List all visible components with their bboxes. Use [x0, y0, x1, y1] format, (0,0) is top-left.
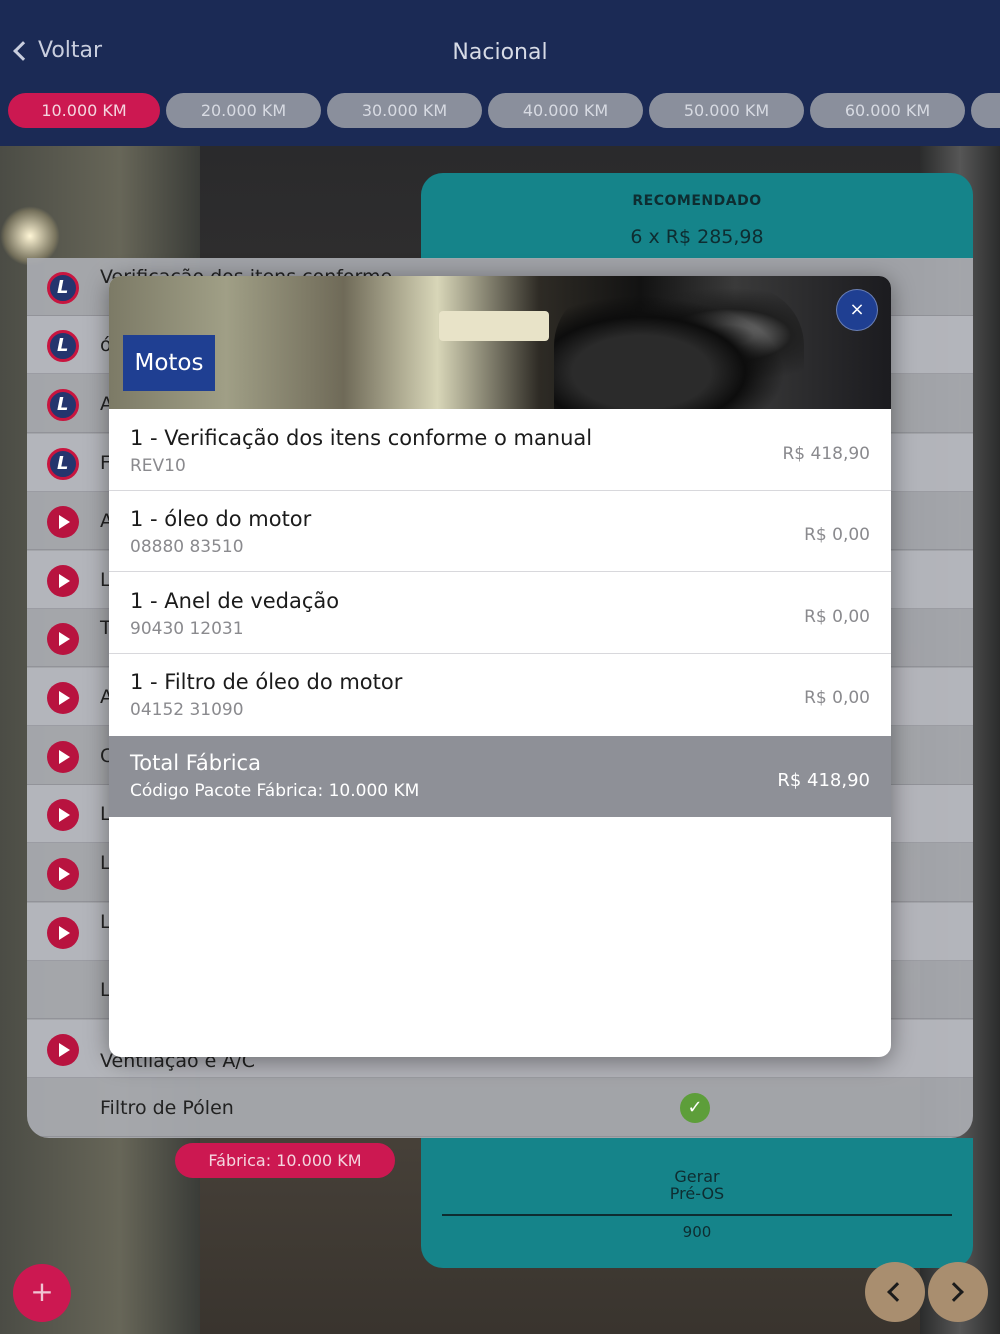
play-icon[interactable] — [47, 682, 79, 714]
play-icon[interactable] — [47, 741, 79, 773]
chevron-left-icon — [887, 1282, 907, 1302]
page-title: Nacional — [452, 40, 548, 65]
brand-logo-icon — [47, 448, 79, 480]
play-icon[interactable] — [47, 799, 79, 831]
list-item-label: Filtro de Pólen — [100, 1097, 234, 1119]
package-total-label: Total Fábrica — [130, 751, 261, 775]
next-button[interactable] — [928, 1262, 988, 1322]
tab-30000-km[interactable]: 30.000 KM — [327, 93, 482, 128]
pre-os-number: 900 — [682, 1223, 712, 1241]
package-item-price: R$ 0,00 — [804, 525, 870, 545]
tab-60000-km[interactable]: 60.000 KM — [810, 93, 965, 128]
package-item-code: REV10 — [130, 456, 186, 476]
top-bar: Voltar Nacional 10.000 KM 20.000 KM 30.0… — [0, 0, 1000, 146]
package-item-code: 04152 31090 — [130, 700, 244, 720]
mileage-tabs: 10.000 KM 20.000 KM 30.000 KM 40.000 KM … — [8, 93, 1000, 128]
play-icon[interactable] — [47, 917, 79, 949]
banner-cafe-umbrella — [439, 311, 549, 341]
package-total-code: Código Pacote Fábrica: 10.000 KM — [130, 781, 420, 801]
recommended-card: RECOMENDADO 6 x R$ 285,98 — [421, 173, 973, 259]
tab-next-partial[interactable] — [971, 93, 1000, 128]
package-item: 1 - Filtro de óleo do motor 04152 31090 … — [109, 654, 891, 735]
package-item-price: R$ 0,00 — [804, 607, 870, 627]
banner-motorcycle — [554, 286, 804, 409]
add-button[interactable]: + — [13, 1264, 71, 1322]
package-item-name: 1 - Anel de vedação — [130, 589, 340, 613]
play-icon[interactable] — [47, 1034, 79, 1066]
brand-logo-icon — [47, 330, 79, 362]
play-icon[interactable] — [47, 506, 79, 538]
brand-logo-icon — [47, 389, 79, 421]
package-total-price: R$ 418,90 — [777, 770, 870, 791]
generate-pre-os-label-line2: Pré-OS — [669, 1184, 725, 1203]
package-total-row: Total Fábrica Código Pacote Fábrica: 10.… — [109, 736, 891, 817]
package-item: 1 - Anel de vedação 90430 12031 R$ 0,00 — [109, 573, 891, 654]
package-item: 1 - óleo do motor 08880 83510 R$ 0,00 — [109, 491, 891, 572]
package-item-code: 08880 83510 — [130, 537, 244, 557]
tab-40000-km[interactable]: 40.000 KM — [488, 93, 643, 128]
close-button[interactable]: × — [836, 289, 878, 331]
factory-package-button[interactable]: Fábrica: 10.000 KM — [175, 1143, 395, 1178]
package-item-price: R$ 418,90 — [782, 444, 870, 464]
package-item-name: 1 - Verificação dos itens conforme o man… — [130, 426, 593, 450]
package-item-name: 1 - Filtro de óleo do motor — [130, 670, 403, 694]
generate-pre-os-button[interactable]: Gerar Pré-OS — [421, 1168, 973, 1202]
play-icon[interactable] — [47, 623, 79, 655]
previous-button[interactable] — [865, 1262, 925, 1322]
list-item[interactable]: Filtro de Pólen ✓ — [27, 1079, 973, 1137]
generate-pre-os-panel: Gerar Pré-OS 900 — [421, 1138, 973, 1268]
package-item: 1 - Verificação dos itens conforme o man… — [109, 410, 891, 491]
category-tag: Motos — [123, 335, 215, 391]
divider — [442, 1214, 952, 1216]
package-detail-modal: Motos × 1 - Verificação dos itens confor… — [109, 276, 891, 1057]
modal-banner-image: Motos × — [109, 276, 891, 409]
package-item-name: 1 - óleo do motor — [130, 507, 312, 531]
plus-icon: + — [30, 1275, 54, 1308]
recommended-label: RECOMENDADO — [632, 193, 762, 209]
play-icon[interactable] — [47, 858, 79, 890]
play-icon[interactable] — [47, 565, 79, 597]
tab-50000-km[interactable]: 50.000 KM — [649, 93, 804, 128]
chevron-right-icon — [944, 1282, 964, 1302]
check-icon: ✓ — [680, 1093, 710, 1123]
brand-logo-icon — [47, 272, 79, 304]
package-item-price: R$ 0,00 — [804, 688, 870, 708]
tab-20000-km[interactable]: 20.000 KM — [166, 93, 321, 128]
close-icon: × — [849, 299, 865, 320]
package-item-code: 90430 12031 — [130, 619, 244, 639]
background-street-lamp — [0, 206, 60, 266]
tab-10000-km[interactable]: 10.000 KM — [8, 93, 160, 128]
recommended-installments: 6 x R$ 285,98 — [630, 226, 764, 248]
